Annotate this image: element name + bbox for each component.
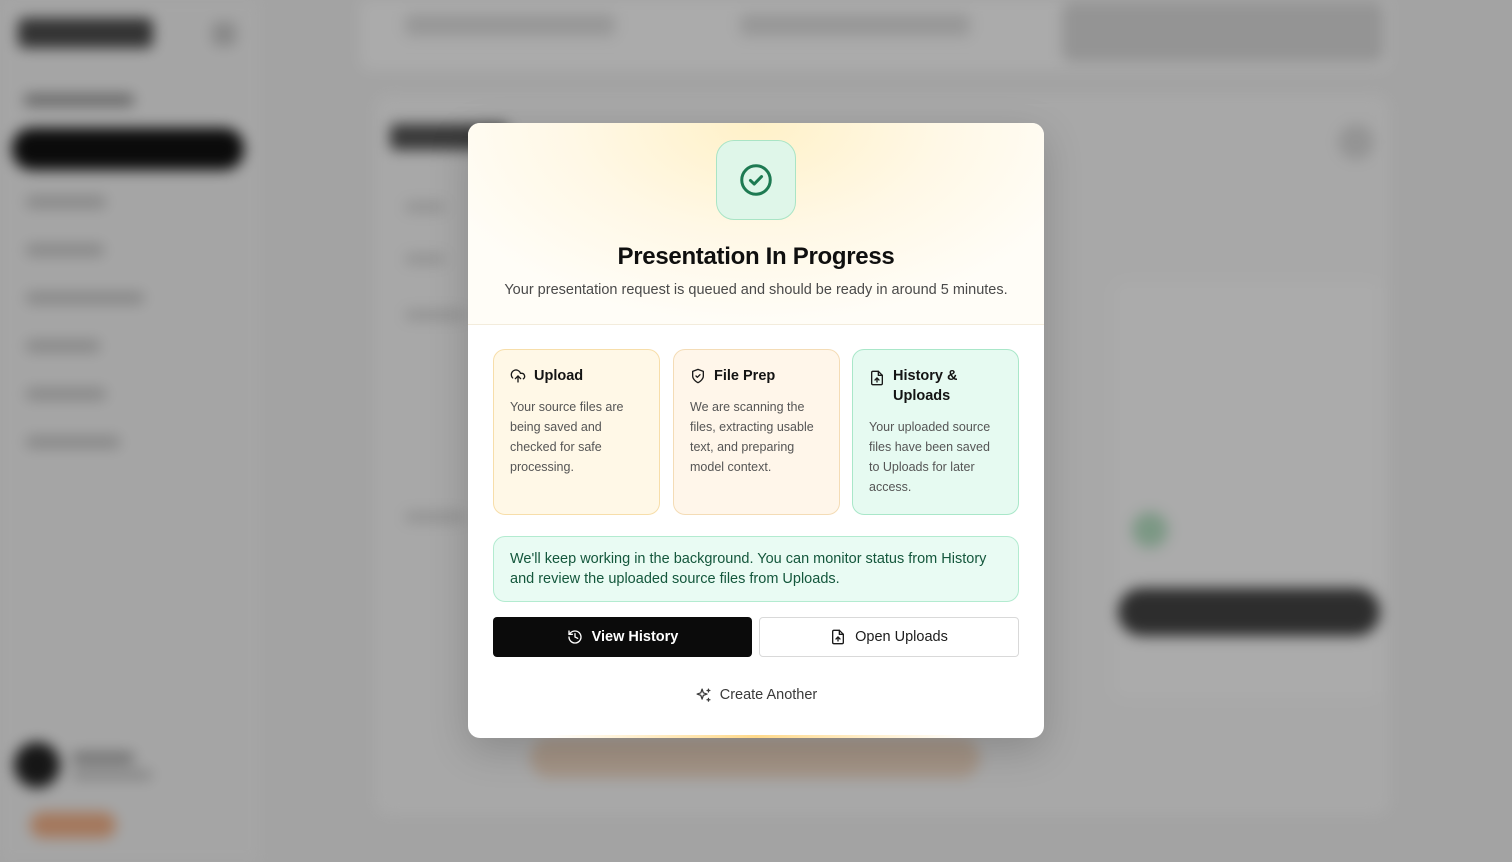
card-upload-title: Upload bbox=[534, 368, 584, 384]
card-file-prep-title: File Prep bbox=[714, 368, 776, 384]
modal-subtitle: Your presentation request is queued and … bbox=[504, 282, 1008, 298]
step-cards: Upload Your source files are being saved… bbox=[493, 349, 1019, 515]
create-another-button[interactable]: Create Another bbox=[468, 681, 1044, 709]
background-notice: We'll keep working in the background. Yo… bbox=[493, 536, 1019, 602]
modal-header: Presentation In Progress Your presentati… bbox=[468, 123, 1044, 325]
card-history-uploads: History & Uploads Your uploaded source f… bbox=[852, 349, 1019, 515]
check-circle-icon bbox=[716, 140, 796, 220]
cloud-upload-icon bbox=[510, 369, 526, 383]
card-file-prep: File Prep We are scanning the files, ext… bbox=[673, 349, 840, 515]
open-uploads-button[interactable]: Open Uploads bbox=[759, 617, 1019, 657]
file-upload-icon bbox=[871, 370, 883, 386]
modal-bottom-glow bbox=[548, 735, 964, 738]
card-history-uploads-title: History & Uploads bbox=[893, 368, 958, 404]
open-uploads-label: Open Uploads bbox=[855, 629, 948, 645]
shield-check-icon bbox=[692, 368, 704, 384]
presentation-progress-modal: Presentation In Progress Your presentati… bbox=[468, 123, 1044, 738]
view-history-button[interactable]: View History bbox=[493, 617, 752, 657]
card-upload: Upload Your source files are being saved… bbox=[493, 349, 660, 515]
card-history-uploads-text: Your uploaded source files have been sav… bbox=[869, 420, 991, 494]
modal-title: Presentation In Progress bbox=[617, 243, 895, 270]
file-upload-icon bbox=[832, 629, 845, 645]
create-another-label: Create Another bbox=[719, 687, 818, 703]
card-file-prep-text: We are scanning the files, extracting us… bbox=[690, 400, 814, 474]
view-history-label: View History bbox=[591, 629, 679, 645]
card-upload-text: Your source files are being saved and ch… bbox=[510, 400, 624, 474]
sparkles-icon bbox=[696, 687, 711, 702]
history-icon bbox=[567, 630, 582, 644]
